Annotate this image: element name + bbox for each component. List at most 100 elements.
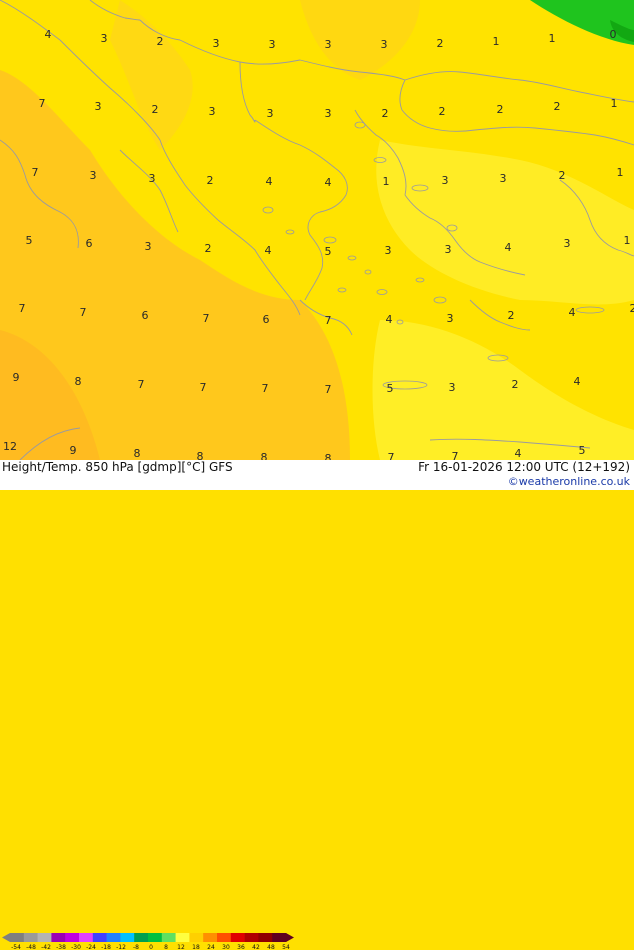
field-value-label: 3 [449, 381, 456, 394]
field-value-label: 3 [442, 174, 449, 187]
field-value-label: 4 [505, 241, 512, 254]
field-value-label: 2 [554, 100, 561, 113]
scale-swatch [162, 933, 176, 942]
field-value-label: 7 [325, 314, 332, 327]
field-value-label: 4 [265, 244, 272, 257]
field-value-label: 1 [493, 35, 500, 48]
scale-tick-label: -42 [41, 944, 51, 950]
field-value-label: 3 [445, 243, 452, 256]
field-value-label: 8 [197, 450, 204, 460]
scale-swatch [148, 933, 162, 942]
field-value-label: 3 [213, 37, 220, 50]
field-value-label: 3 [325, 107, 332, 120]
field-value-label: 1 [617, 166, 624, 179]
field-value-label: 12 [3, 440, 17, 453]
field-value-label: 9 [70, 444, 77, 457]
scale-tick-label: 8 [164, 944, 168, 950]
field-value-label: 3 [267, 107, 274, 120]
field-value-label: 5 [387, 382, 394, 395]
scale-swatch [231, 933, 245, 942]
scale-tick-label: 42 [252, 944, 260, 950]
scale-tick-label: -38 [56, 944, 66, 950]
scale-tick-label: -54 [11, 944, 21, 950]
field-value-label: 4 [386, 313, 393, 326]
field-value-label: 6 [86, 237, 93, 250]
scale-swatch [258, 933, 272, 942]
field-value-label: 7 [19, 302, 26, 315]
scale-arrow-low [2, 933, 10, 942]
field-value-label: 6 [263, 313, 270, 326]
scale-tick-label: 54 [282, 944, 290, 950]
field-value-label: 4 [45, 28, 52, 41]
field-value-label: 5 [579, 444, 586, 457]
scale-swatch [93, 933, 107, 942]
field-value-label: 1 [611, 97, 618, 110]
scale-tick-label: -18 [101, 944, 111, 950]
scale-swatch [24, 933, 38, 942]
field-value-label: 3 [447, 312, 454, 325]
scale-tick-label: 12 [177, 944, 185, 950]
field-value-label: 7 [138, 378, 145, 391]
field-value-label: 4 [569, 306, 576, 319]
scale-tick-label: -12 [116, 944, 126, 950]
field-value-label: 2 [157, 35, 164, 48]
field-value-label: 7 [80, 306, 87, 319]
field-value-label: 1 [624, 234, 631, 247]
field-value-label: 7 [325, 383, 332, 396]
field-value-label: 8 [325, 452, 332, 460]
field-value-label: 3 [149, 172, 156, 185]
field-value-label: 5 [26, 234, 33, 247]
map-canvas: 4323333211073233322221733244133215632453… [0, 0, 634, 460]
scale-swatch [272, 933, 286, 942]
scale-swatch [79, 933, 93, 942]
scale-swatch [217, 933, 231, 942]
forecast-map: 4323333211073233322221733244133215632453… [0, 0, 634, 460]
field-value-label: 3 [325, 38, 332, 51]
field-value-label: 2 [205, 242, 212, 255]
field-value-label: 7 [452, 450, 459, 460]
field-value-label: 2 [437, 37, 444, 50]
scale-tick-label: -48 [26, 944, 36, 950]
scale-tick-label: 18 [192, 944, 200, 950]
field-value-label: 7 [262, 382, 269, 395]
scale-swatch [203, 933, 217, 942]
map-footer: Height/Temp. 850 hPa [gdmp][°C] GFS Fr 1… [0, 460, 634, 490]
scale-swatch [38, 933, 52, 942]
field-value-label: 3 [564, 237, 571, 250]
scale-tick-label: -30 [71, 944, 81, 950]
field-value-label: 4 [574, 375, 581, 388]
field-value-label: 7 [32, 166, 39, 179]
field-value-label: 2 [630, 302, 634, 315]
field-value-label: 5 [325, 245, 332, 258]
field-value-label: 2 [497, 103, 504, 116]
scale-swatch [134, 933, 148, 942]
field-value-label: 3 [209, 105, 216, 118]
field-value-label: 2 [559, 169, 566, 182]
field-value-label: 7 [200, 381, 207, 394]
field-value-label: 2 [508, 309, 515, 322]
map-title: Height/Temp. 850 hPa [gdmp][°C] GFS [2, 460, 233, 474]
field-value-label: 7 [203, 312, 210, 325]
field-value-label: 3 [101, 32, 108, 45]
field-value-label: 2 [439, 105, 446, 118]
scale-tick-label: 36 [237, 944, 245, 950]
field-value-label: 6 [142, 309, 149, 322]
scale-swatch [189, 933, 203, 942]
valid-time: Fr 16-01-2026 12:00 UTC (12+192) [418, 460, 630, 474]
color-scale: -54-48-42-38-30-24-18-12-808121824303642… [0, 932, 300, 950]
field-value-label: 3 [95, 100, 102, 113]
credit-link[interactable]: ©weatheronline.co.uk [508, 475, 630, 488]
field-value-label: 0 [610, 28, 617, 41]
field-value-label: 1 [383, 175, 390, 188]
field-value-label: 2 [207, 174, 214, 187]
scale-swatch [176, 933, 190, 942]
field-value-label: 1 [549, 32, 556, 45]
scale-tick-label: -8 [133, 944, 139, 950]
scale-arrow-high [286, 933, 294, 942]
scale-tick-label: -24 [86, 944, 96, 950]
scale-tick-label: 30 [222, 944, 230, 950]
field-value-label: 8 [75, 375, 82, 388]
scale-tick-label: 48 [267, 944, 275, 950]
field-value-label: 2 [382, 107, 389, 120]
field-value-label: 4 [266, 175, 273, 188]
